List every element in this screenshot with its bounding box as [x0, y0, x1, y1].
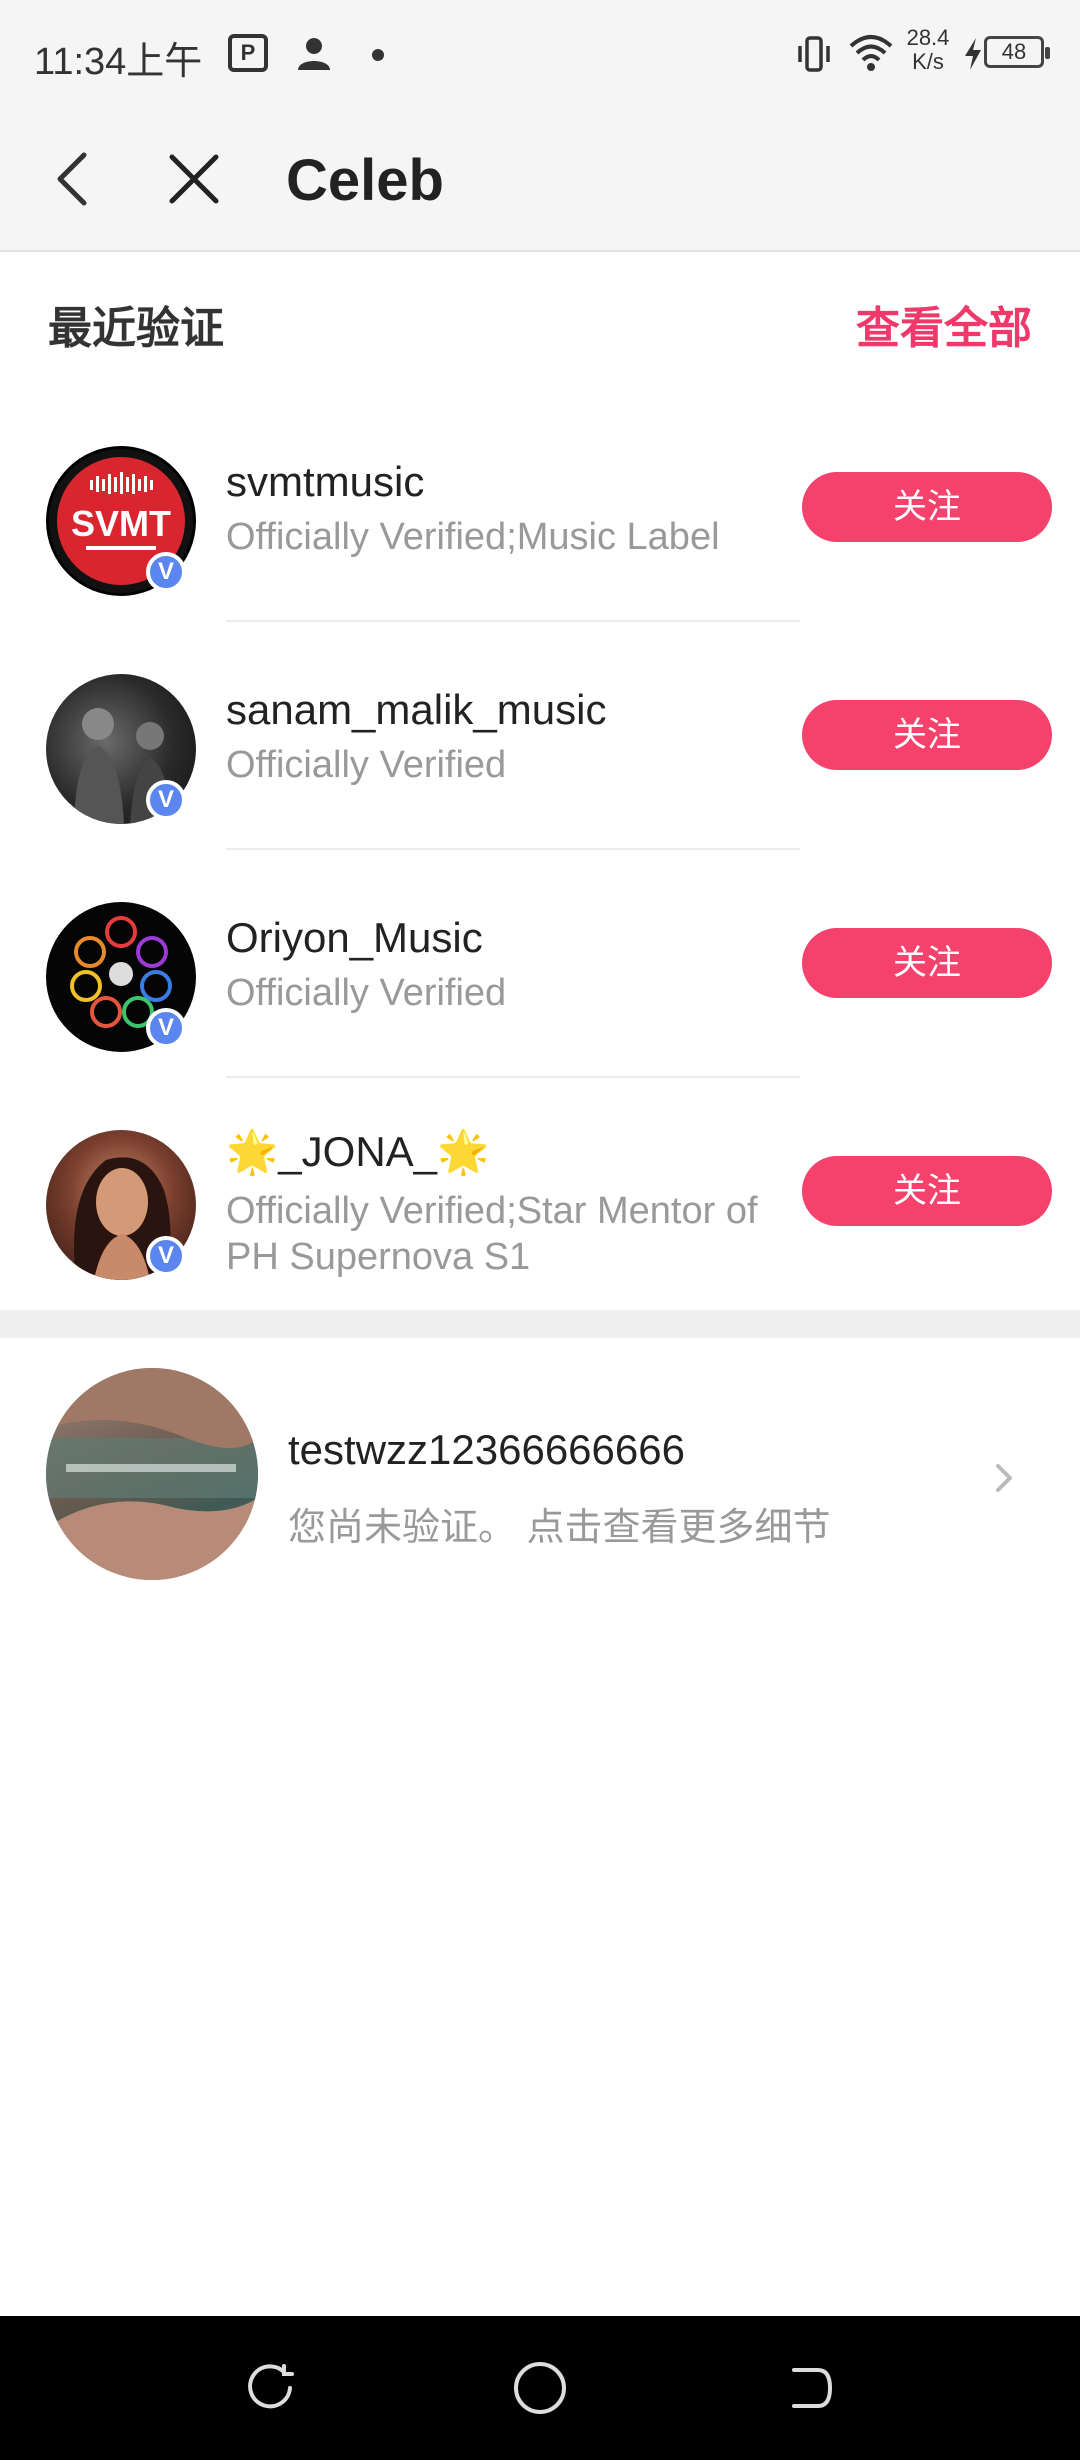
avatar-photo: [46, 1368, 258, 1580]
status-bar: 11:34上午 P 28.4 K/s 48: [0, 0, 1080, 105]
verified-badge-icon: V: [146, 780, 186, 820]
celeb-name: 🌟_JONA_🌟: [226, 1128, 490, 1175]
status-time: 11:34上午: [34, 41, 203, 83]
celeb-name: Oriyon_Music: [226, 914, 483, 961]
my-username: testwzz12366666666: [288, 1426, 685, 1473]
top-nav-bar: Celeb: [0, 105, 1080, 252]
network-speed: 28.4 K/s: [906, 25, 950, 74]
follow-button[interactable]: 关注: [802, 472, 1052, 542]
celeb-list-item[interactable]: V 🌟_JONA_🌟 Officially Verified;Star Ment…: [0, 1078, 1080, 1306]
follow-button[interactable]: 关注: [802, 1156, 1052, 1226]
battery-icon: 48: [984, 36, 1050, 68]
chevron-right-icon[interactable]: [990, 1458, 1018, 1498]
view-all-link[interactable]: 查看全部: [856, 292, 1032, 356]
celeb-name: sanam_malik_music: [226, 686, 607, 733]
verified-badge-icon: V: [146, 552, 186, 592]
verification-status: 您尚未验证。 点击查看更多细节: [288, 1507, 831, 1549]
celeb-description: Officially Verified;Music Label: [226, 516, 720, 558]
celeb-description: Officially Verified;Star Mentor of PH Su…: [226, 1190, 758, 1278]
verified-badge-icon: V: [146, 1236, 186, 1276]
my-account-row[interactable]: testwzz12366666666 您尚未验证。 点击查看更多细节: [0, 1338, 1080, 1598]
charging-bolt-icon: [965, 38, 981, 70]
back-icon[interactable]: [784, 2362, 836, 2414]
section-title: 最近验证: [48, 304, 224, 353]
svg-text:SVMT: SVMT: [71, 503, 171, 544]
follow-button[interactable]: 关注: [802, 700, 1052, 770]
vibrate-icon: [798, 36, 830, 72]
celeb-name: svmtmusic: [226, 458, 425, 505]
portrait-app-icon: P: [228, 34, 268, 72]
wifi-icon: [849, 35, 893, 71]
section-divider: [0, 1310, 1080, 1338]
system-nav-bar: [0, 2316, 1080, 2460]
celeb-list-item[interactable]: SVMT V svmtmusic Officially Verified;Mus…: [0, 394, 1080, 622]
home-icon[interactable]: [512, 2360, 568, 2416]
close-icon[interactable]: [164, 149, 224, 209]
celeb-list-item[interactable]: V sanam_malik_music Officially Verified …: [0, 622, 1080, 850]
dot-icon: [372, 49, 384, 61]
celeb-description: Officially Verified: [226, 744, 507, 786]
recent-verified-header: 最近验证 查看全部: [0, 254, 1080, 384]
recent-apps-icon[interactable]: [244, 2362, 296, 2414]
page-title: Celeb: [286, 148, 444, 213]
back-arrow-icon[interactable]: [46, 149, 102, 209]
verified-badge-icon: V: [146, 1008, 186, 1048]
celeb-description: Officially Verified: [226, 972, 507, 1014]
celeb-list-item[interactable]: V Oriyon_Music Officially Verified 关注: [0, 850, 1080, 1078]
my-avatar[interactable]: [46, 1368, 258, 1580]
person-icon: [298, 38, 330, 70]
follow-button[interactable]: 关注: [802, 928, 1052, 998]
